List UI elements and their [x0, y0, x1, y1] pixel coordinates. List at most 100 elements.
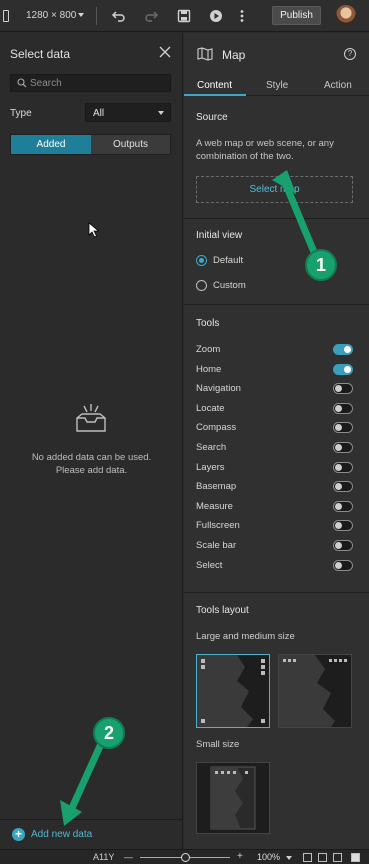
- tool-row: Measure: [184, 498, 369, 517]
- tool-toggle[interactable]: [333, 481, 353, 493]
- tool-label: Fullscreen: [196, 520, 240, 532]
- section-divider: [184, 592, 369, 593]
- device-icon[interactable]: [3, 10, 9, 22]
- tool-row: Search: [184, 439, 369, 458]
- tool-label: Measure: [196, 500, 233, 512]
- radio-default-label: Default: [213, 255, 244, 266]
- panel-toggle-icon[interactable]: [351, 853, 360, 862]
- tool-row: Fullscreen: [184, 517, 369, 536]
- tool-row: Navigation: [184, 380, 369, 399]
- tool-label: Zoom: [196, 344, 221, 355]
- avatar[interactable]: [336, 5, 356, 25]
- tool-label: Scale bar: [196, 540, 237, 551]
- tab-action[interactable]: Action: [324, 80, 352, 91]
- fit-screen-icon[interactable]: [303, 853, 312, 862]
- zoom-out-icon[interactable]: —: [124, 852, 133, 862]
- radio-default[interactable]: [196, 255, 207, 266]
- initial-view-section-title: Initial view: [196, 230, 243, 241]
- tab-outputs[interactable]: Outputs: [91, 135, 170, 154]
- tab-added[interactable]: Added: [11, 135, 91, 154]
- tool-label: Navigation: [196, 383, 241, 395]
- tool-toggle[interactable]: [333, 500, 353, 512]
- settings-tabs: Content Style Action: [184, 75, 369, 96]
- small-size-label: Small size: [196, 739, 240, 750]
- fullscreen-icon[interactable]: [318, 853, 327, 862]
- layout-option-small[interactable]: [196, 762, 270, 834]
- grid-icon[interactable]: [333, 853, 342, 862]
- tool-row: Select: [184, 557, 369, 576]
- tool-row: Zoom: [184, 341, 369, 360]
- more-icon[interactable]: [234, 8, 250, 24]
- add-new-data-button[interactable]: + Add new data: [0, 819, 183, 849]
- zoom-in-icon[interactable]: +: [237, 851, 243, 862]
- tool-label: Search: [196, 442, 227, 453]
- tool-label: Select: [196, 559, 223, 571]
- tool-toggle[interactable]: [333, 520, 353, 532]
- section-divider: [184, 218, 369, 219]
- search-input[interactable]: [30, 77, 166, 90]
- save-icon[interactable]: [176, 8, 192, 24]
- tool-row: Scale bar: [184, 537, 369, 556]
- chevron-down-icon[interactable]: [286, 856, 292, 860]
- tool-label: Layers: [196, 461, 225, 473]
- publish-button[interactable]: Publish: [272, 6, 321, 25]
- annotation-marker-1: 1: [305, 249, 337, 281]
- type-dropdown-value: All: [93, 108, 105, 119]
- tool-row: Compass: [184, 419, 369, 438]
- large-size-label: Large and medium size: [196, 631, 295, 642]
- search-icon: [17, 78, 27, 88]
- tool-label: Locate: [196, 402, 225, 414]
- add-new-data-label: Add new data: [31, 829, 93, 840]
- select-data-panel: Select data Type All Added Outputs No ad…: [0, 33, 183, 849]
- status-bar: A11Y — + 100%: [0, 849, 369, 864]
- tool-toggle[interactable]: [333, 461, 353, 473]
- tools-layout-section-title: Tools layout: [196, 605, 249, 616]
- tool-toggle[interactable]: [333, 422, 353, 434]
- tool-toggle[interactable]: [333, 383, 353, 395]
- undo-icon[interactable]: [111, 8, 127, 24]
- radio-custom[interactable]: [196, 280, 207, 291]
- tab-content[interactable]: Content: [197, 80, 232, 91]
- tool-row: Home: [184, 361, 369, 380]
- tool-label: Basemap: [196, 481, 237, 493]
- tool-toggle[interactable]: [333, 559, 353, 571]
- zoom-level[interactable]: 100%: [257, 852, 280, 862]
- empty-state-line-2: Please add data.: [55, 465, 128, 476]
- source-section-title: Source: [196, 112, 228, 123]
- select-map-button[interactable]: Select map: [196, 176, 353, 203]
- empty-inbox-icon: [76, 404, 106, 432]
- empty-state-line-1: No added data can be used.: [31, 452, 152, 463]
- tool-toggle[interactable]: [333, 540, 353, 551]
- add-icon: +: [12, 828, 25, 841]
- resolution-selector[interactable]: 1280 × 800: [26, 10, 76, 21]
- tool-label: Home: [196, 363, 222, 375]
- layout-option-2[interactable]: [278, 654, 352, 728]
- layout-option-1[interactable]: [196, 654, 270, 728]
- zoom-slider-handle[interactable]: [181, 853, 190, 862]
- type-dropdown[interactable]: All: [85, 103, 171, 122]
- tool-toggle[interactable]: [333, 442, 353, 453]
- layout-preview-2: [279, 655, 347, 727]
- mouse-cursor-icon: [88, 222, 100, 238]
- close-icon[interactable]: [158, 45, 172, 59]
- tool-label: Compass: [196, 422, 237, 434]
- help-icon[interactable]: ?: [344, 48, 356, 60]
- search-field[interactable]: [10, 74, 171, 92]
- tool-toggle[interactable]: [333, 402, 353, 414]
- data-source-tabs: Added Outputs: [10, 134, 171, 155]
- tool-toggle[interactable]: [333, 344, 353, 355]
- top-toolbar: 1280 × 800 Publish: [0, 0, 369, 32]
- tool-toggle[interactable]: [333, 363, 353, 375]
- tool-row: Locate: [184, 400, 369, 419]
- annotation-marker-2: 2: [93, 717, 125, 749]
- tab-style[interactable]: Style: [266, 80, 288, 91]
- tools-section-title: Tools: [196, 318, 220, 329]
- redo-icon[interactable]: [143, 8, 159, 24]
- active-tab-indicator: [184, 94, 246, 96]
- source-description: A web map or web scene, or any combinati…: [196, 138, 334, 162]
- tool-row: Layers: [184, 459, 369, 478]
- section-divider: [184, 304, 369, 305]
- chevron-down-icon[interactable]: [78, 13, 84, 17]
- accessibility-check-button[interactable]: A11Y: [93, 852, 114, 862]
- play-icon[interactable]: [208, 8, 224, 24]
